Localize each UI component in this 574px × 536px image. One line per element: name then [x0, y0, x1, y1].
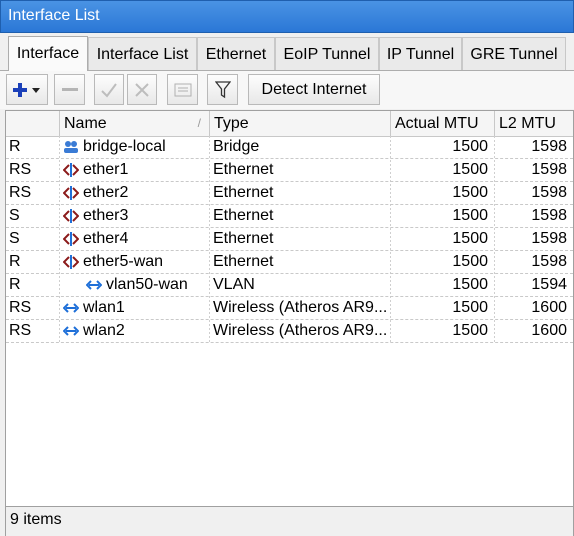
column-name[interactable]: Name / — [60, 111, 210, 136]
row-actual-mtu: 1500 — [452, 161, 488, 178]
table-row[interactable]: Rether5-wan Ethernet 1500 1598 — [6, 251, 573, 274]
filter-icon — [214, 80, 231, 98]
row-l2-mtu: 1600 — [531, 322, 567, 339]
tab-interface[interactable]: Interface — [8, 36, 88, 71]
minus-icon — [61, 87, 78, 91]
tab-eoip-tunnel[interactable]: EoIP Tunnel — [275, 37, 379, 71]
row-actual-mtu: 1500 — [452, 299, 488, 316]
column-flags[interactable] — [6, 111, 60, 136]
detect-internet-button[interactable]: Detect Internet — [248, 74, 380, 105]
table-row[interactable]: Sether3 Ethernet 1500 1598 — [6, 205, 573, 228]
x-icon — [135, 82, 149, 97]
column-actual-mtu[interactable]: Actual MTU — [391, 111, 495, 136]
row-type: Ethernet — [213, 253, 274, 270]
row-type: Ethernet — [213, 230, 274, 247]
row-flags: RS — [9, 299, 32, 316]
row-name: vlan50-wan — [106, 276, 188, 293]
row-flags: RS — [9, 161, 32, 178]
row-l2-mtu: 1598 — [531, 253, 567, 270]
row-name: wlan2 — [83, 322, 125, 339]
check-icon — [101, 82, 117, 98]
row-type: Ethernet — [213, 184, 274, 201]
row-name: ether2 — [83, 184, 129, 201]
row-name: ether3 — [83, 207, 129, 224]
table-row[interactable]: RS wlan2 Wireless (Atheros AR9... 1500 1600 — [6, 320, 573, 343]
row-actual-mtu: 1500 — [452, 207, 488, 224]
row-type: Ethernet — [213, 161, 274, 178]
row-type: Wireless (Atheros AR9... — [213, 322, 388, 339]
row-flags: S — [9, 207, 20, 224]
table-row[interactable]: Rvlan50-wan VLAN 1500 1594 — [6, 274, 573, 297]
table-row[interactable]: Sether4 Ethernet 1500 1598 — [6, 228, 573, 251]
row-name: ether1 — [83, 161, 129, 178]
comment-button[interactable] — [167, 74, 198, 105]
filter-button[interactable] — [207, 74, 238, 105]
row-flags: R — [9, 253, 21, 270]
tab-interface-list[interactable]: Interface List — [88, 37, 197, 71]
row-flags: S — [9, 230, 20, 247]
row-l2-mtu: 1598 — [531, 230, 567, 247]
row-type: Bridge — [213, 138, 260, 155]
row-type: Ethernet — [213, 207, 274, 224]
tab-ethernet[interactable]: Ethernet — [197, 37, 275, 71]
table-row[interactable]: RS ether1 Ethernet 1500 1598 — [6, 159, 573, 182]
row-flags: R — [9, 138, 21, 155]
item-count: 9 items — [10, 511, 62, 528]
window-title: Interface List — [8, 7, 100, 24]
row-l2-mtu: 1598 — [531, 184, 567, 201]
row-l2-mtu: 1598 — [531, 138, 567, 155]
disable-button[interactable] — [127, 74, 157, 105]
table-header: Name / Type Actual MTU L2 MTU T — [6, 111, 573, 137]
table-row[interactable]: Rbridge-local Bridge 1500 1598 — [6, 136, 573, 159]
sort-indicator-icon: / — [197, 116, 201, 130]
row-actual-mtu: 1500 — [452, 253, 488, 270]
tab-ip-tunnel[interactable]: IP Tunnel — [379, 37, 462, 71]
column-l2-mtu[interactable]: L2 MTU — [495, 111, 573, 136]
note-icon — [174, 83, 191, 96]
row-l2-mtu: 1594 — [531, 276, 567, 293]
row-type: VLAN — [213, 276, 255, 293]
add-button[interactable] — [6, 74, 48, 105]
enable-button[interactable] — [94, 74, 124, 105]
row-l2-mtu: 1598 — [531, 207, 567, 224]
row-actual-mtu: 1500 — [452, 184, 488, 201]
row-l2-mtu: 1598 — [531, 161, 567, 178]
row-actual-mtu: 1500 — [452, 230, 488, 247]
column-name-label: Name — [64, 115, 107, 132]
status-bar: 9 items — [5, 507, 574, 536]
column-type[interactable]: Type — [210, 111, 391, 136]
window-titlebar[interactable]: Interface List — [0, 0, 574, 33]
row-type: Wireless (Atheros AR9... — [213, 299, 388, 316]
row-flags: RS — [9, 322, 32, 339]
row-name: bridge-local — [83, 138, 166, 155]
row-actual-mtu: 1500 — [452, 322, 488, 339]
row-l2-mtu: 1600 — [531, 299, 567, 316]
tab-gre-tunnel[interactable]: GRE Tunnel — [462, 37, 566, 71]
row-name: ether5-wan — [83, 253, 164, 270]
row-flags: R — [9, 276, 21, 293]
remove-button[interactable] — [54, 74, 85, 105]
row-flags: RS — [9, 184, 32, 201]
toolbar: Detect Internet — [0, 71, 574, 109]
plus-icon — [13, 82, 40, 97]
interface-table: Name / Type Actual MTU L2 MTU T Rbridge-… — [5, 110, 574, 507]
tab-bar: Interface Interface List Ethernet EoIP T… — [0, 33, 574, 71]
table-row[interactable]: RS wlan1 Wireless (Atheros AR9... 1500 1600 — [6, 297, 573, 320]
row-name: ether4 — [83, 230, 129, 247]
row-name: wlan1 — [83, 299, 125, 316]
row-actual-mtu: 1500 — [452, 138, 488, 155]
row-actual-mtu: 1500 — [452, 276, 488, 293]
table-row[interactable]: RS ether2 Ethernet 1500 1598 — [6, 182, 573, 205]
